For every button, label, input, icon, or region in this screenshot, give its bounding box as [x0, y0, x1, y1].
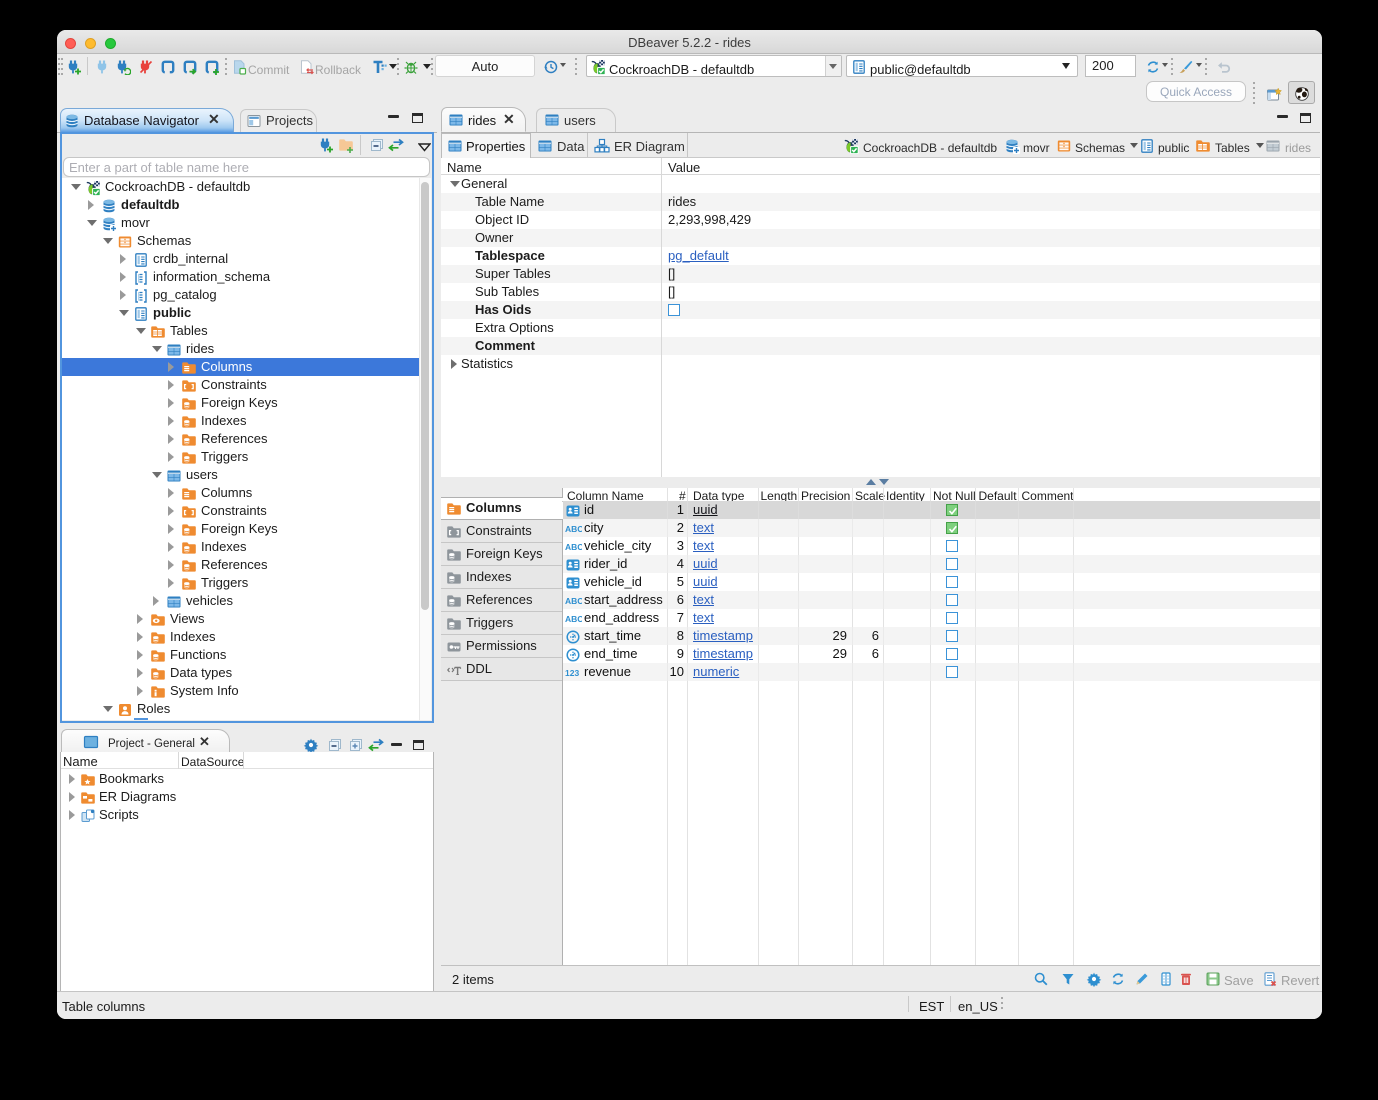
svg-text:123: 123 — [565, 668, 579, 678]
svg-text:ABC: ABC — [565, 596, 582, 606]
svg-text:ABC: ABC — [565, 614, 582, 624]
svg-text:ABC: ABC — [565, 524, 582, 534]
svg-text:ABC: ABC — [565, 542, 582, 552]
